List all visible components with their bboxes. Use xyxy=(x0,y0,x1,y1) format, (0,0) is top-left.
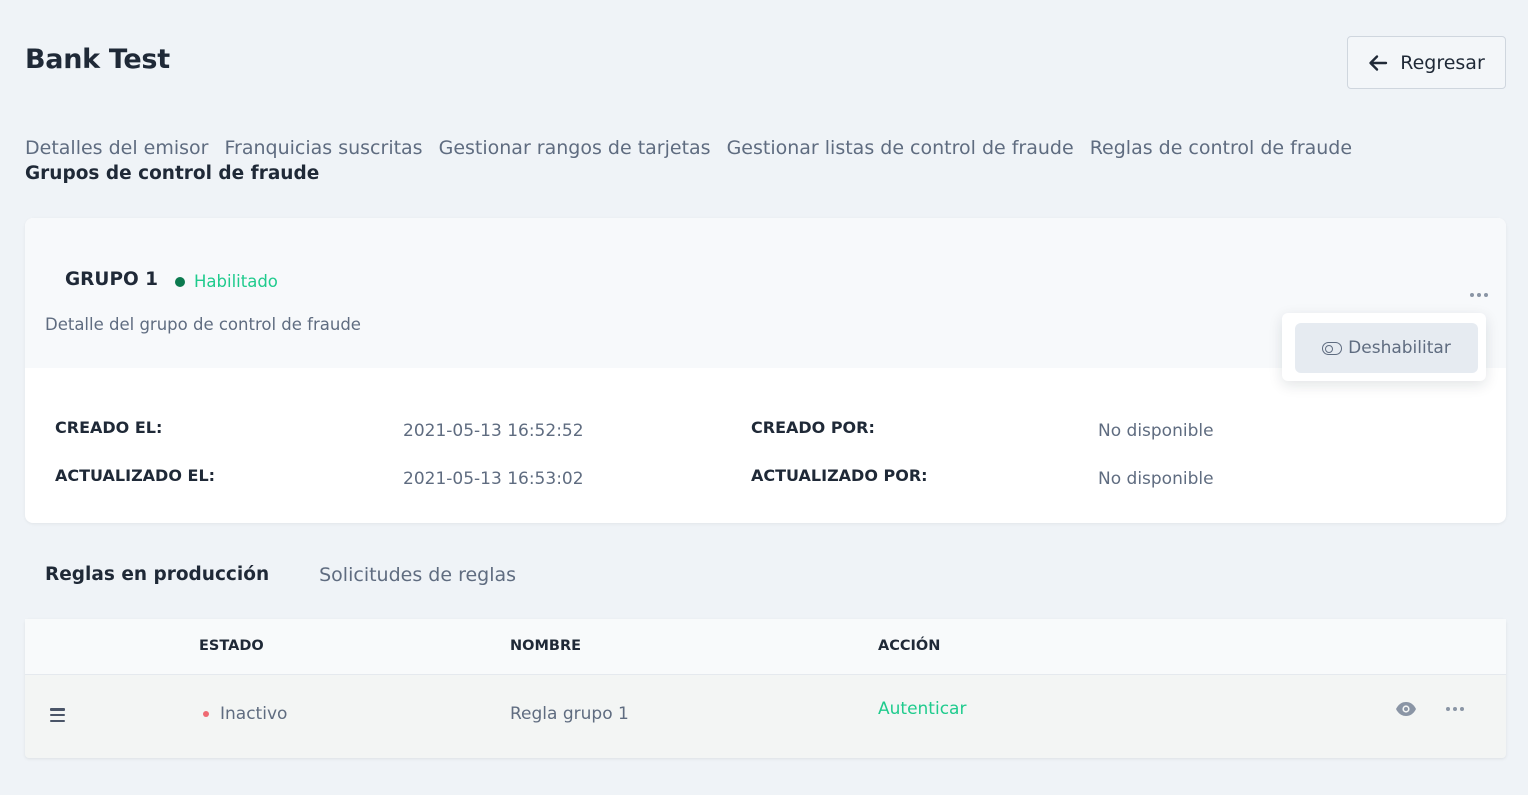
group-detail-card: GRUPO 1 Habilitado Detalle del grupo de … xyxy=(25,218,1506,523)
row-more-icon[interactable] xyxy=(1443,702,1467,716)
back-button-label: Regresar xyxy=(1400,51,1485,74)
updated-at-label: ACTUALIZADO EL: xyxy=(55,466,216,485)
tab-subscribed-franchises[interactable]: Franquicias suscritas xyxy=(224,136,422,161)
more-horizontal-icon[interactable] xyxy=(1467,288,1491,302)
tab-production-rules[interactable]: Reglas en producción xyxy=(45,564,269,586)
created-at-label: CREADO EL: xyxy=(55,418,163,437)
created-by-label: CREADO POR: xyxy=(751,418,875,437)
rule-action: Autenticar xyxy=(878,699,967,719)
column-header-action: ACCIÓN xyxy=(878,638,941,654)
back-button[interactable]: Regresar xyxy=(1347,36,1506,89)
eye-icon[interactable] xyxy=(1395,701,1417,717)
table-row: Inactivo Regla grupo 1 Autenticar xyxy=(25,675,1506,758)
group-status-label: Habilitado xyxy=(194,272,278,291)
rules-sub-tabs: Reglas en producción Solicitudes de regl… xyxy=(45,564,516,586)
rule-name: Regla grupo 1 xyxy=(510,704,629,724)
column-header-status: ESTADO xyxy=(199,638,264,654)
disable-button[interactable]: Deshabilitar xyxy=(1295,323,1478,373)
arrow-left-icon xyxy=(1369,54,1388,71)
rule-status: Inactivo xyxy=(203,704,287,724)
tab-fraud-lists[interactable]: Gestionar listas de control de fraude xyxy=(727,136,1074,161)
tab-fraud-rules[interactable]: Reglas de control de fraude xyxy=(1090,136,1352,161)
rule-status-label: Inactivo xyxy=(220,704,288,724)
drag-handle-icon[interactable] xyxy=(50,708,65,722)
toggle-off-icon xyxy=(1322,341,1343,355)
rules-table: ESTADO NOMBRE ACCIÓN Inactivo Regla grup… xyxy=(25,619,1506,758)
table-header: ESTADO NOMBRE ACCIÓN xyxy=(25,619,1506,675)
created-at-value: 2021-05-13 16:52:52 xyxy=(403,421,584,441)
tab-issuer-details[interactable]: Detalles del emisor xyxy=(25,136,208,161)
group-description: Detalle del grupo de control de fraude xyxy=(45,315,361,334)
status-dot-icon xyxy=(203,711,209,717)
tab-card-ranges[interactable]: Gestionar rangos de tarjetas xyxy=(439,136,711,161)
group-actions-menu: Deshabilitar xyxy=(1282,313,1486,381)
updated-at-value: 2021-05-13 16:53:02 xyxy=(403,469,584,489)
column-header-name: NOMBRE xyxy=(510,638,582,654)
created-by-value: No disponible xyxy=(1098,421,1214,441)
status-dot-icon xyxy=(175,276,185,287)
page-title: Bank Test xyxy=(25,44,170,75)
updated-by-label: ACTUALIZADO POR: xyxy=(751,466,928,485)
updated-by-value: No disponible xyxy=(1098,469,1214,489)
issuer-nav-tabs: Detalles del emisor Franquicias suscritas… xyxy=(25,136,1465,186)
tab-rule-requests[interactable]: Solicitudes de reglas xyxy=(319,564,516,586)
disable-button-label: Deshabilitar xyxy=(1348,338,1451,358)
tab-fraud-groups[interactable]: Grupos de control de fraude xyxy=(25,161,319,186)
group-name: GRUPO 1 xyxy=(65,269,159,290)
group-status-badge: Habilitado xyxy=(175,272,278,291)
